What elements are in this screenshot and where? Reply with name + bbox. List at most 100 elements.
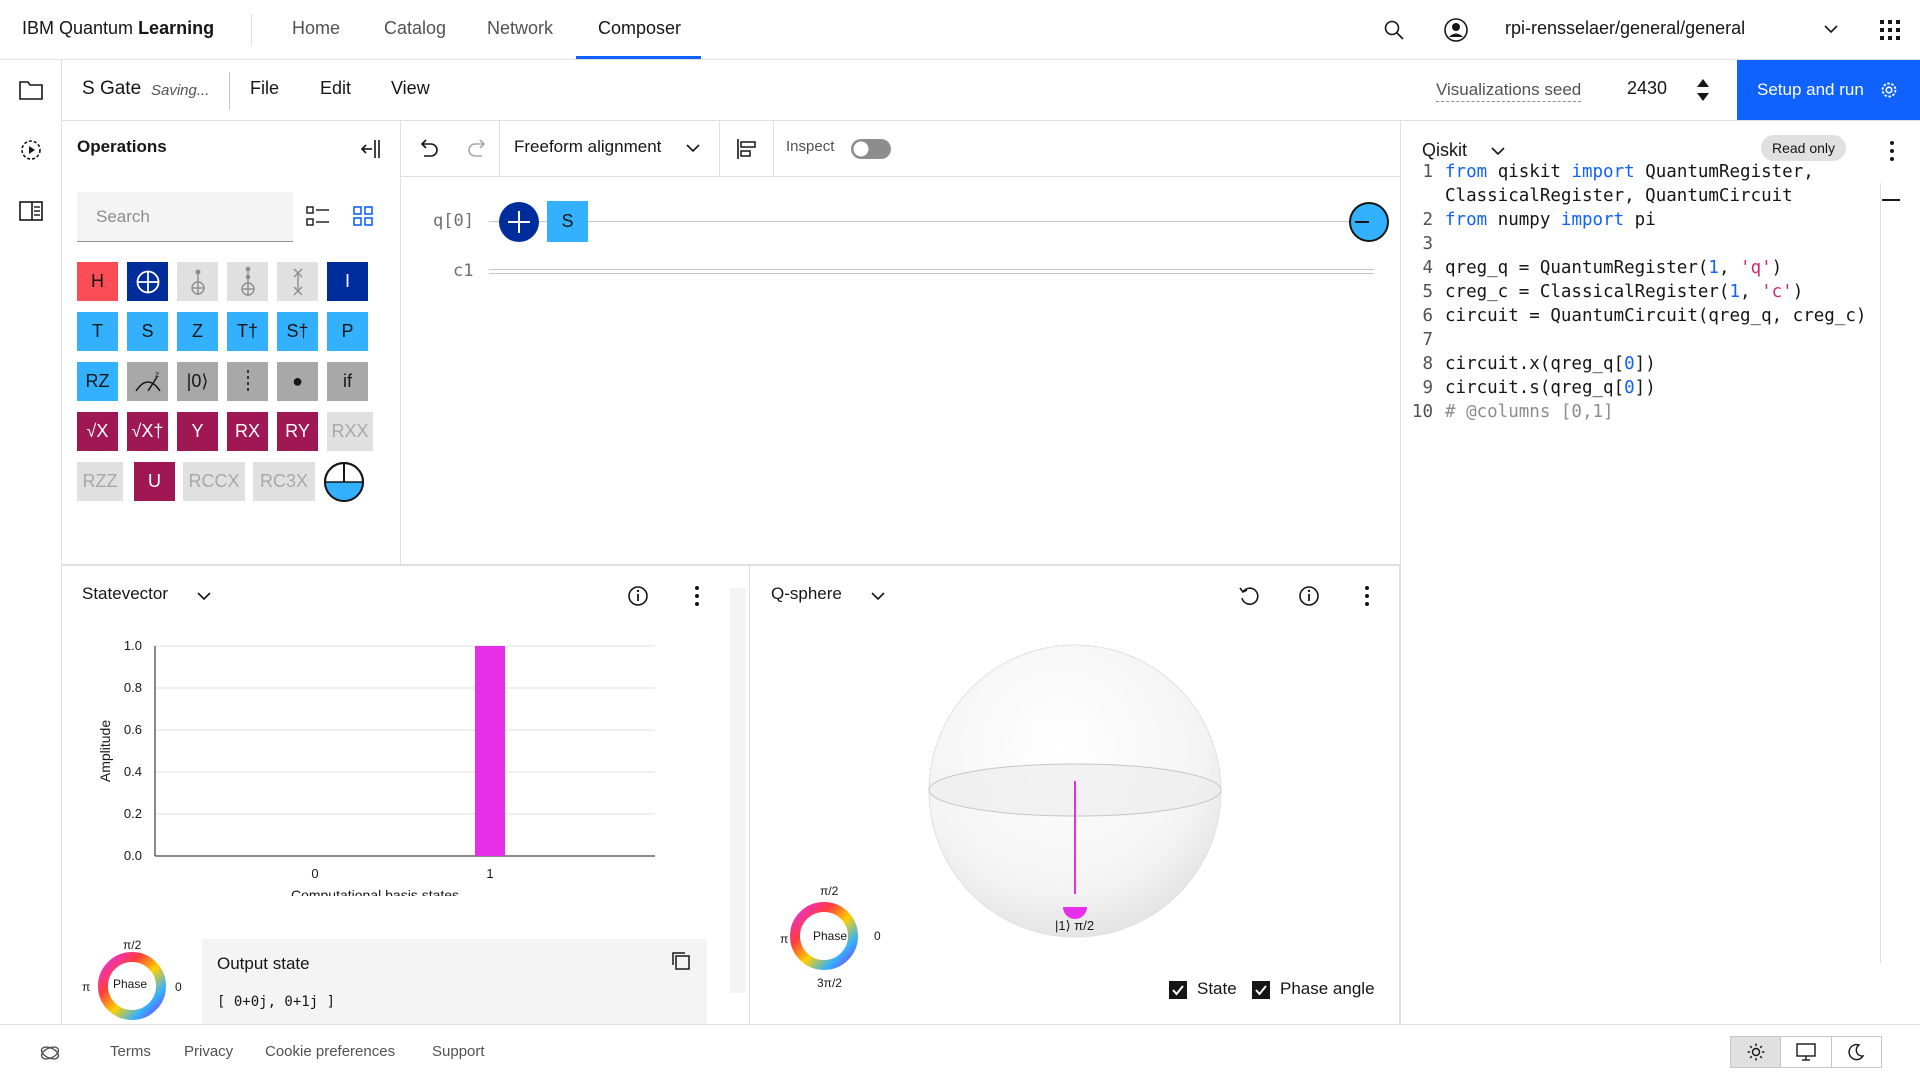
phase-bottom-label: 3π/2 [817, 976, 842, 990]
footer-link-terms[interactable]: Terms [110, 1043, 151, 1060]
visualizations-seed-label[interactable]: Visualizations seed [1436, 80, 1582, 102]
undo-icon[interactable] [416, 138, 440, 160]
gate-ry[interactable]: RY [277, 412, 318, 451]
phase-disk-output[interactable] [1348, 201, 1390, 243]
system-theme-button[interactable] [1781, 1037, 1832, 1067]
app-switcher-icon[interactable] [1879, 19, 1901, 41]
menu-file[interactable]: File [250, 78, 279, 99]
grid-view-icon[interactable] [352, 205, 374, 227]
gate-if[interactable]: if [327, 362, 368, 401]
seed-value[interactable]: 2430 [1627, 78, 1667, 99]
workspace-selector[interactable]: rpi-rensselaer/general/general [1505, 18, 1745, 39]
qubit-label[interactable]: q[0] [433, 211, 474, 231]
menu-view[interactable]: View [391, 78, 430, 99]
chevron-down-icon[interactable] [196, 590, 212, 602]
gate-rxx[interactable]: RXX [327, 412, 373, 451]
nav-home[interactable]: Home [292, 18, 340, 39]
s-gate-on-circuit[interactable]: S [547, 201, 588, 242]
reset-view-icon[interactable] [1238, 585, 1260, 607]
panel-scrollbar[interactable] [730, 588, 746, 993]
gate-phase-disk[interactable] [323, 461, 365, 503]
gate-reset[interactable]: |0⟩ [177, 362, 218, 401]
gate-i[interactable]: I [327, 262, 368, 301]
ibm-quantum-logo-icon[interactable] [39, 1044, 61, 1062]
gate-rccx[interactable]: RCCX [183, 462, 245, 501]
inspect-toggle[interactable] [850, 138, 892, 160]
code-line: circuit = QuantumCircuit(qreg_q, creg_c) [1445, 306, 1867, 326]
gate-p[interactable]: P [327, 312, 368, 351]
code-scrollbar-thumb[interactable] [1882, 199, 1900, 201]
copy-icon[interactable] [671, 951, 691, 971]
output-state-box: Output state [ 0+0j, 0+1j ] [202, 939, 707, 1026]
list-view-icon[interactable] [306, 205, 330, 227]
gate-rc3x[interactable]: RC3X [253, 462, 315, 501]
gate-z[interactable]: Z [177, 312, 218, 351]
gate-y[interactable]: Y [177, 412, 218, 451]
gate-measure[interactable]: z [127, 362, 168, 401]
qsphere-title[interactable]: Q-sphere [771, 584, 842, 604]
overflow-menu-icon[interactable] [694, 585, 700, 607]
folder-icon[interactable] [19, 80, 43, 100]
gate-t[interactable]: T [77, 312, 118, 351]
gate-rz[interactable]: RZ [77, 362, 118, 401]
footer-link-privacy[interactable]: Privacy [184, 1043, 233, 1060]
gate-not[interactable] [127, 262, 168, 301]
jobs-history-icon[interactable] [19, 138, 43, 162]
gate-barrier[interactable] [227, 362, 268, 401]
gate-swap[interactable] [277, 262, 318, 301]
alignment-dropdown[interactable]: Freeform alignment [514, 137, 661, 157]
footer-link-support[interactable]: Support [432, 1043, 485, 1060]
nav-network[interactable]: Network [487, 18, 553, 39]
nav-catalog[interactable]: Catalog [384, 18, 446, 39]
chevron-down-icon[interactable] [1822, 22, 1840, 36]
footer-link-cookie-preferences[interactable]: Cookie preferences [265, 1043, 395, 1060]
nav-composer[interactable]: Composer [598, 18, 681, 39]
user-avatar-icon[interactable] [1443, 17, 1469, 43]
overflow-menu-icon[interactable] [1889, 140, 1895, 162]
x-gate-on-circuit[interactable] [498, 201, 540, 243]
cnot-target-icon [499, 202, 539, 242]
seed-stepper-icon[interactable] [1696, 77, 1710, 103]
code-line-number: 7 [1422, 330, 1433, 350]
operations-search-input[interactable]: Search [77, 192, 293, 242]
state-checkbox-label[interactable]: State [1197, 979, 1237, 999]
code-language-dropdown[interactable]: Qiskit [1422, 140, 1467, 161]
gate-control[interactable]: ● [277, 362, 318, 401]
align-left-icon[interactable] [736, 138, 758, 160]
gate-sdg[interactable]: S† [277, 312, 318, 351]
search-icon[interactable] [1383, 19, 1405, 41]
info-icon[interactable] [1298, 585, 1320, 607]
chevron-down-icon[interactable] [870, 590, 886, 602]
gate-sx[interactable]: √X [77, 412, 118, 451]
redo-icon[interactable] [466, 138, 490, 160]
gate-cnot[interactable] [177, 262, 218, 301]
operations-panel: Operations Search H I T S Z T† S† P RZ z… [62, 121, 401, 564]
gate-rzz[interactable]: RZZ [77, 462, 123, 501]
state-checkbox[interactable] [1168, 980, 1188, 1000]
code-scrollbar-track[interactable] [1880, 183, 1881, 963]
gate-tdg[interactable]: T† [227, 312, 268, 351]
docs-panel-icon[interactable] [19, 201, 43, 221]
dark-theme-button[interactable] [1832, 1037, 1881, 1067]
gate-rx[interactable]: RX [227, 412, 268, 451]
menu-edit[interactable]: Edit [320, 78, 351, 99]
setup-and-run-button[interactable]: Setup and run [1737, 60, 1920, 120]
chevron-down-icon[interactable] [685, 142, 701, 154]
light-theme-button[interactable] [1731, 1037, 1782, 1067]
chevron-down-icon[interactable] [1490, 145, 1506, 157]
info-icon[interactable] [627, 585, 649, 607]
collapse-panel-icon[interactable] [360, 138, 382, 160]
code-line-number: 9 [1422, 378, 1433, 398]
phase-angle-checkbox[interactable] [1251, 980, 1271, 1000]
brand-logo[interactable]: IBM Quantum Learning [22, 18, 214, 39]
phase-angle-checkbox-label[interactable]: Phase angle [1280, 979, 1375, 999]
gate-h[interactable]: H [77, 262, 118, 301]
gate-s[interactable]: S [127, 312, 168, 351]
gate-toffoli[interactable] [227, 262, 268, 301]
gate-u[interactable]: U [134, 462, 175, 501]
overflow-menu-icon[interactable] [1364, 585, 1370, 607]
monitor-icon [1796, 1043, 1816, 1061]
gate-sxdg[interactable]: √X† [127, 412, 168, 451]
statevector-title[interactable]: Statevector [82, 584, 168, 604]
circuit-title[interactable]: S Gate [82, 78, 141, 100]
